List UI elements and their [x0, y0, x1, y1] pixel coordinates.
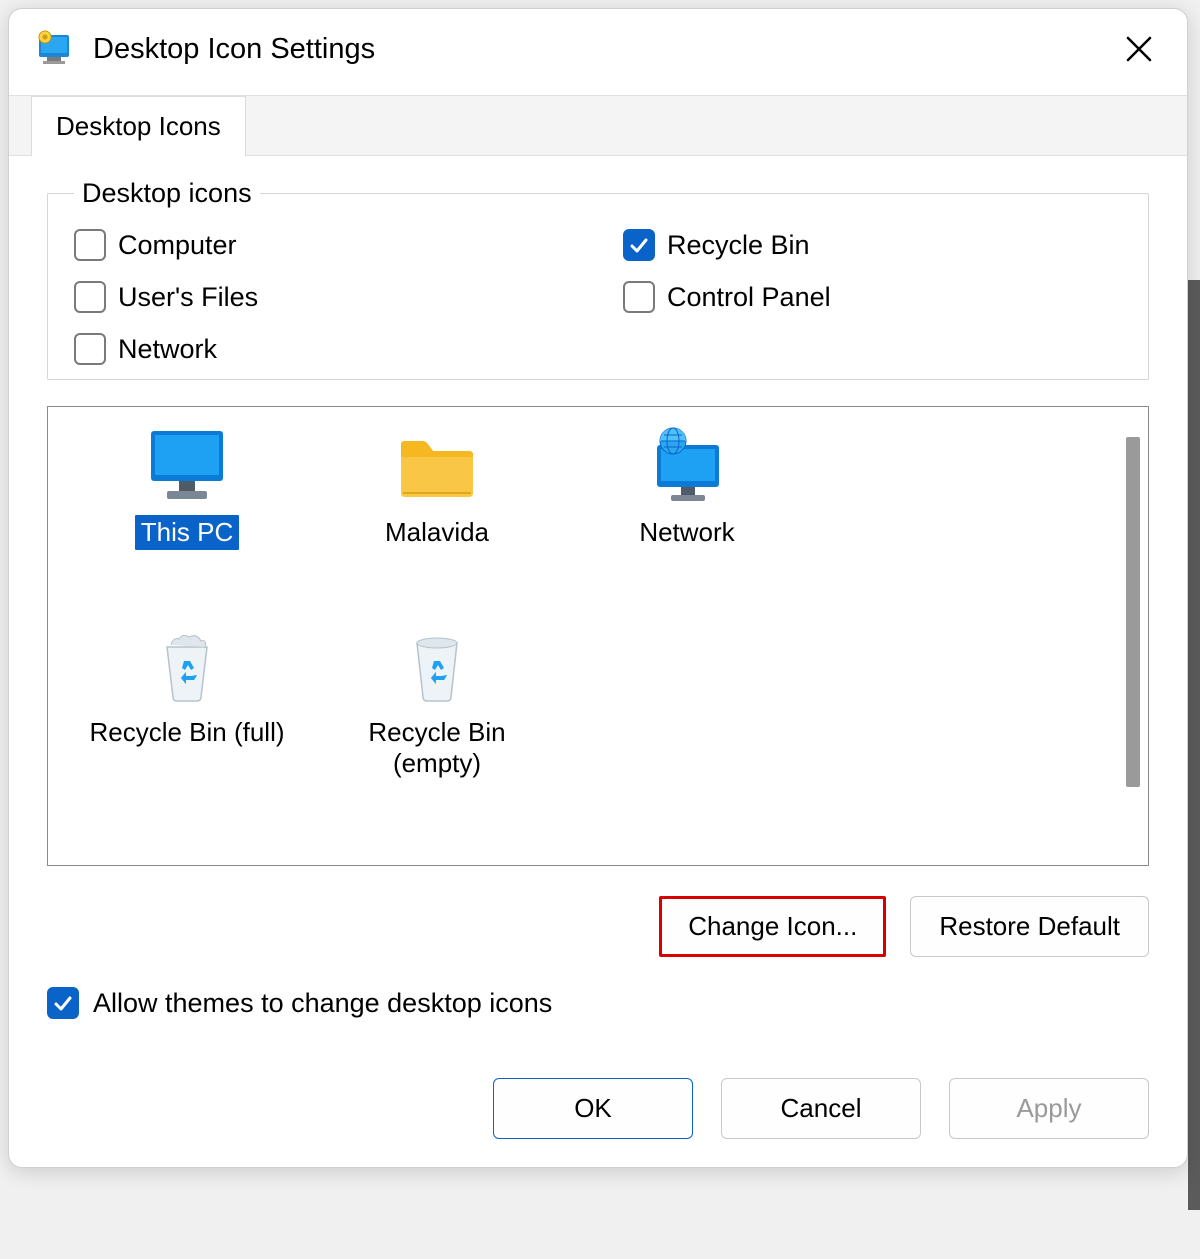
preview-item-recycle-bin-full[interactable]: Recycle Bin (full) [62, 623, 312, 823]
titlebar: Desktop Icon Settings [9, 9, 1187, 89]
apply-button[interactable]: Apply [949, 1078, 1149, 1139]
tab-desktop-icons[interactable]: Desktop Icons [31, 96, 246, 156]
checkbox-network[interactable]: Network [74, 333, 573, 365]
checkbox-users-files[interactable]: User's Files [74, 281, 573, 313]
checkbox-box [623, 229, 655, 261]
window-title: Desktop Icon Settings [93, 33, 1115, 66]
monitor-icon [143, 427, 231, 505]
desktop-icons-group: Desktop icons Computer Recycle Bin User'… [47, 178, 1149, 380]
checkbox-box [47, 987, 79, 1019]
ok-button[interactable]: OK [493, 1078, 693, 1139]
checkbox-box [74, 229, 106, 261]
recycle-bin-empty-icon [393, 627, 481, 705]
dialog-window: Desktop Icon Settings Desktop Icons Desk… [8, 8, 1188, 1168]
dialog-button-bar: OK Cancel Apply [9, 1060, 1187, 1167]
network-icon [643, 427, 731, 505]
checkbox-recycle-bin[interactable]: Recycle Bin [623, 229, 1122, 261]
preview-item-this-pc[interactable]: This PC [62, 423, 312, 623]
content-area: Desktop icons Computer Recycle Bin User'… [9, 156, 1187, 1060]
checkbox-label: Recycle Bin [667, 230, 810, 261]
cancel-button[interactable]: Cancel [721, 1078, 921, 1139]
restore-default-button[interactable]: Restore Default [910, 896, 1149, 957]
close-button[interactable] [1115, 31, 1163, 67]
preview-item-label: Malavida [379, 515, 495, 550]
checkbox-box [623, 281, 655, 313]
checkbox-label: User's Files [118, 282, 258, 313]
icon-preview-list[interactable]: This PC Malavida [47, 406, 1149, 866]
checkbox-label: Control Panel [667, 282, 831, 313]
checkbox-computer[interactable]: Computer [74, 229, 573, 261]
preview-item-label: This PC [135, 515, 239, 550]
app-icon [33, 27, 77, 71]
tab-strip: Desktop Icons [9, 95, 1187, 156]
checkbox-label: Allow themes to change desktop icons [93, 988, 552, 1019]
checkbox-label: Network [118, 334, 217, 365]
preview-item-malavida[interactable]: Malavida [312, 423, 562, 623]
scroll-thumb[interactable] [1126, 437, 1140, 787]
checkbox-allow-themes[interactable]: Allow themes to change desktop icons [47, 987, 1149, 1019]
background-edge [1188, 280, 1200, 1210]
recycle-bin-full-icon [143, 627, 231, 705]
checkbox-label: Computer [118, 230, 237, 261]
preview-item-recycle-bin-empty[interactable]: Recycle Bin (empty) [312, 623, 562, 823]
folder-icon [393, 427, 481, 505]
change-icon-button[interactable]: Change Icon... [659, 896, 886, 957]
preview-item-empty-slot [812, 423, 1062, 623]
preview-item-network[interactable]: Network [562, 423, 812, 623]
preview-scrollbar[interactable] [1118, 407, 1148, 865]
checkbox-control-panel[interactable]: Control Panel [623, 281, 1122, 313]
checkbox-box [74, 281, 106, 313]
preview-item-label: Recycle Bin (empty) [332, 715, 542, 781]
checkbox-box [74, 333, 106, 365]
preview-item-label: Recycle Bin (full) [83, 715, 290, 750]
preview-item-label: Network [633, 515, 740, 550]
group-legend: Desktop icons [74, 178, 260, 209]
